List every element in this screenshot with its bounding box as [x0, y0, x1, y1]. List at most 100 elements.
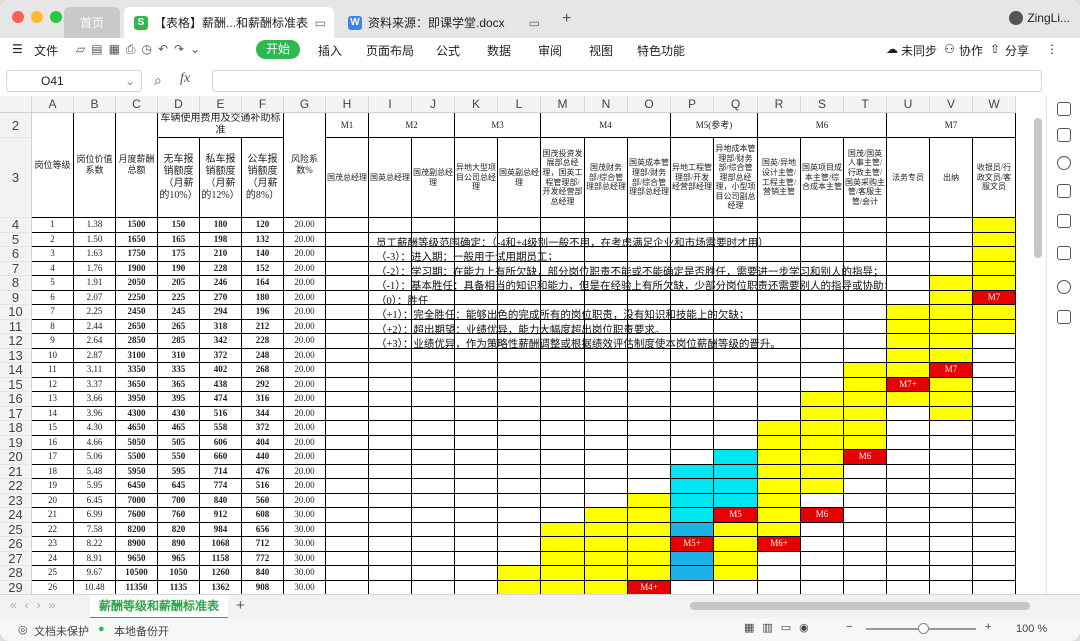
row-header[interactable]: 18	[0, 420, 32, 436]
grade-cell[interactable]	[455, 580, 498, 594]
grade-cell[interactable]	[671, 522, 714, 537]
grade-cell[interactable]	[541, 508, 585, 523]
grade-cell[interactable]	[887, 580, 930, 594]
data-cell[interactable]: 2.07	[74, 290, 116, 305]
data-cell[interactable]: 9.67	[74, 566, 116, 581]
grade-cell[interactable]	[326, 537, 369, 552]
data-cell[interactable]: 1.76	[74, 261, 116, 276]
data-cell[interactable]: 285	[158, 334, 200, 349]
header-n[interactable]: 国茂财务部/综合管理部总经理	[585, 138, 628, 218]
grade-cell[interactable]	[369, 450, 412, 465]
data-cell[interactable]: 7000	[116, 493, 158, 508]
row-header[interactable]: 2	[0, 113, 32, 138]
grade-cell[interactable]	[930, 522, 973, 537]
grade-cell[interactable]	[585, 551, 628, 566]
grade-cell[interactable]	[498, 377, 541, 392]
data-cell[interactable]: 2650	[116, 319, 158, 334]
grade-cell[interactable]	[714, 392, 758, 407]
data-cell[interactable]: 516	[242, 479, 284, 494]
grade-cell[interactable]	[930, 334, 973, 349]
grade-cell[interactable]	[973, 421, 1016, 436]
header-i[interactable]: 国英总经理	[369, 138, 412, 218]
data-cell[interactable]: 10	[32, 348, 74, 363]
grade-cell[interactable]	[844, 247, 887, 262]
settings-icon[interactable]	[1057, 156, 1071, 170]
grade-cell[interactable]	[758, 305, 801, 320]
grade-cell[interactable]	[758, 508, 801, 523]
data-cell[interactable]: 5.95	[74, 479, 116, 494]
data-cell[interactable]: 505	[158, 435, 200, 450]
grade-cell[interactable]	[326, 406, 369, 421]
grade-cell[interactable]	[498, 406, 541, 421]
grade-cell[interactable]	[930, 392, 973, 407]
data-cell[interactable]: 20.00	[284, 450, 326, 465]
data-cell[interactable]: 20.00	[284, 406, 326, 421]
data-cell[interactable]: 12	[32, 377, 74, 392]
data-cell[interactable]: 6	[32, 290, 74, 305]
grade-cell[interactable]	[671, 218, 714, 233]
column-header[interactable]: U	[887, 96, 930, 113]
row-header[interactable]: 11	[0, 319, 32, 334]
grade-cell[interactable]	[887, 319, 930, 334]
grade-cell[interactable]	[455, 435, 498, 450]
menu-review[interactable]: 审阅	[538, 42, 562, 59]
grade-cell[interactable]	[714, 537, 758, 552]
zoom-out-icon[interactable]: −	[846, 621, 852, 633]
grade-cell[interactable]	[844, 392, 887, 407]
grade-cell[interactable]	[455, 566, 498, 581]
grade-cell[interactable]	[541, 566, 585, 581]
grade-cell[interactable]	[930, 290, 973, 305]
data-cell[interactable]: 438	[200, 377, 242, 392]
grade-cell[interactable]	[801, 566, 844, 581]
grade-cell[interactable]	[887, 421, 930, 436]
grade-cell[interactable]	[973, 464, 1016, 479]
grade-cell[interactable]	[412, 450, 455, 465]
grade-cell[interactable]	[628, 406, 671, 421]
data-cell[interactable]: 2.64	[74, 334, 116, 349]
grade-cell[interactable]	[369, 363, 412, 378]
grade-cell[interactable]	[930, 276, 973, 291]
grade-cell[interactable]	[326, 392, 369, 407]
data-cell[interactable]: 3.37	[74, 377, 116, 392]
grade-cell[interactable]	[801, 551, 844, 566]
sync-status[interactable]: 未同步	[901, 42, 937, 59]
data-cell[interactable]: 1260	[200, 566, 242, 581]
grade-cell[interactable]	[455, 508, 498, 523]
grade-cell[interactable]	[326, 305, 369, 320]
grade-cell[interactable]	[930, 348, 973, 363]
grade-cell[interactable]	[369, 406, 412, 421]
header-j[interactable]: 国茂副总经理	[412, 138, 455, 218]
grade-cell[interactable]	[844, 551, 887, 566]
data-cell[interactable]: 984	[200, 522, 242, 537]
grade-cell[interactable]	[412, 493, 455, 508]
header-m7[interactable]: M7	[887, 113, 1016, 138]
grade-cell[interactable]	[455, 218, 498, 233]
column-header[interactable]: J	[412, 96, 455, 113]
grade-cell[interactable]	[498, 392, 541, 407]
grade-cell[interactable]	[326, 377, 369, 392]
grade-cell[interactable]	[585, 218, 628, 233]
grade-cell[interactable]	[844, 334, 887, 349]
grade-cell[interactable]	[758, 566, 801, 581]
data-cell[interactable]: 270	[200, 290, 242, 305]
data-cell[interactable]: 140	[242, 247, 284, 262]
sheet-nav-arrows[interactable]: «‹›»	[10, 598, 63, 612]
grade-cell[interactable]	[628, 450, 671, 465]
grade-cell[interactable]	[930, 493, 973, 508]
grade-cell[interactable]	[541, 551, 585, 566]
grade-cell[interactable]	[412, 363, 455, 378]
row-header[interactable]: 23	[0, 493, 32, 508]
grade-cell[interactable]	[412, 406, 455, 421]
grade-cell[interactable]	[585, 479, 628, 494]
grade-cell[interactable]	[973, 247, 1016, 262]
data-cell[interactable]: 476	[242, 464, 284, 479]
spreadsheet-grid[interactable]: A B C D E F G H I J K L M N O P Q R S T U V W 2 3 4 5 6 7 8 9 10 11 12 13 1…	[0, 96, 1046, 594]
data-cell[interactable]: 5500	[116, 450, 158, 465]
data-cell[interactable]: 402	[200, 363, 242, 378]
grade-cell[interactable]	[758, 580, 801, 594]
column-header[interactable]: L	[498, 96, 541, 113]
data-cell[interactable]: 6.99	[74, 508, 116, 523]
grade-cell[interactable]	[930, 305, 973, 320]
grade-cell[interactable]	[671, 580, 714, 594]
header-m4[interactable]: M4	[541, 113, 671, 138]
